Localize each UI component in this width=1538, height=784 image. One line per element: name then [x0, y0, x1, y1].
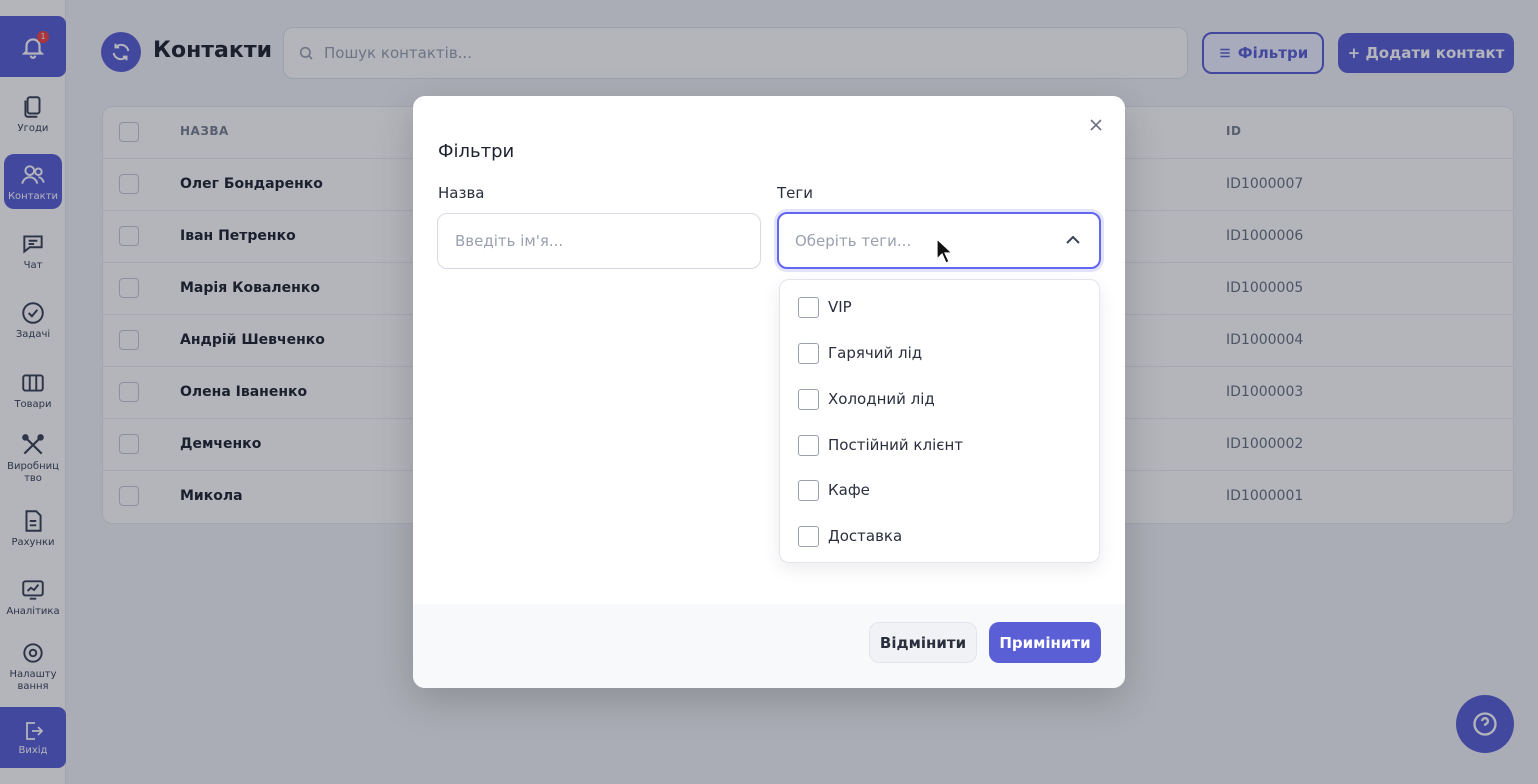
- chevron-up-icon: [1066, 235, 1080, 244]
- tag-option-label: Гарячий лід: [828, 344, 923, 362]
- tag-option-label: Доставка: [828, 527, 903, 545]
- cancel-button[interactable]: Відмінити: [869, 622, 977, 663]
- tags-placeholder: Оберіть теги...: [795, 231, 912, 250]
- tag-option-hot-lead[interactable]: Гарячий лід: [798, 341, 922, 365]
- mouse-cursor-icon: [936, 238, 954, 264]
- tag-checkbox[interactable]: [798, 388, 819, 410]
- tag-option-cold-lead[interactable]: Холодний лід: [798, 387, 935, 411]
- name-label: Назва: [438, 184, 485, 202]
- close-button[interactable]: [1085, 114, 1107, 136]
- tags-label: Теги: [777, 184, 814, 202]
- tag-option-label: VIP: [828, 298, 852, 316]
- name-input[interactable]: [437, 213, 761, 269]
- modal-footer: Відмінити Примінити: [413, 604, 1125, 688]
- modal-title: Фільтри: [438, 141, 515, 162]
- tag-option-cafe[interactable]: Кафе: [798, 478, 870, 502]
- tag-option-label: Холодний лід: [828, 390, 935, 408]
- tag-checkbox[interactable]: [798, 342, 819, 364]
- tag-option-vip[interactable]: VIP: [798, 295, 852, 319]
- tag-option-label: Постійний клієнт: [828, 436, 964, 454]
- tag-checkbox[interactable]: [798, 434, 819, 456]
- tag-option-label: Кафе: [828, 481, 870, 499]
- filters-modal: Фільтри Назва Теги Оберіть теги... VIP Г…: [413, 96, 1125, 688]
- tag-option-delivery[interactable]: Доставка: [798, 524, 902, 548]
- close-icon: [1090, 119, 1102, 131]
- tag-option-regular-client[interactable]: Постійний клієнт: [798, 433, 963, 457]
- tag-checkbox[interactable]: [798, 525, 819, 547]
- apply-button[interactable]: Примінити: [989, 622, 1101, 663]
- tag-checkbox[interactable]: [798, 296, 819, 318]
- tags-dropdown: VIP Гарячий лід Холодний лід Постійний к…: [779, 279, 1100, 563]
- tag-checkbox[interactable]: [798, 479, 819, 501]
